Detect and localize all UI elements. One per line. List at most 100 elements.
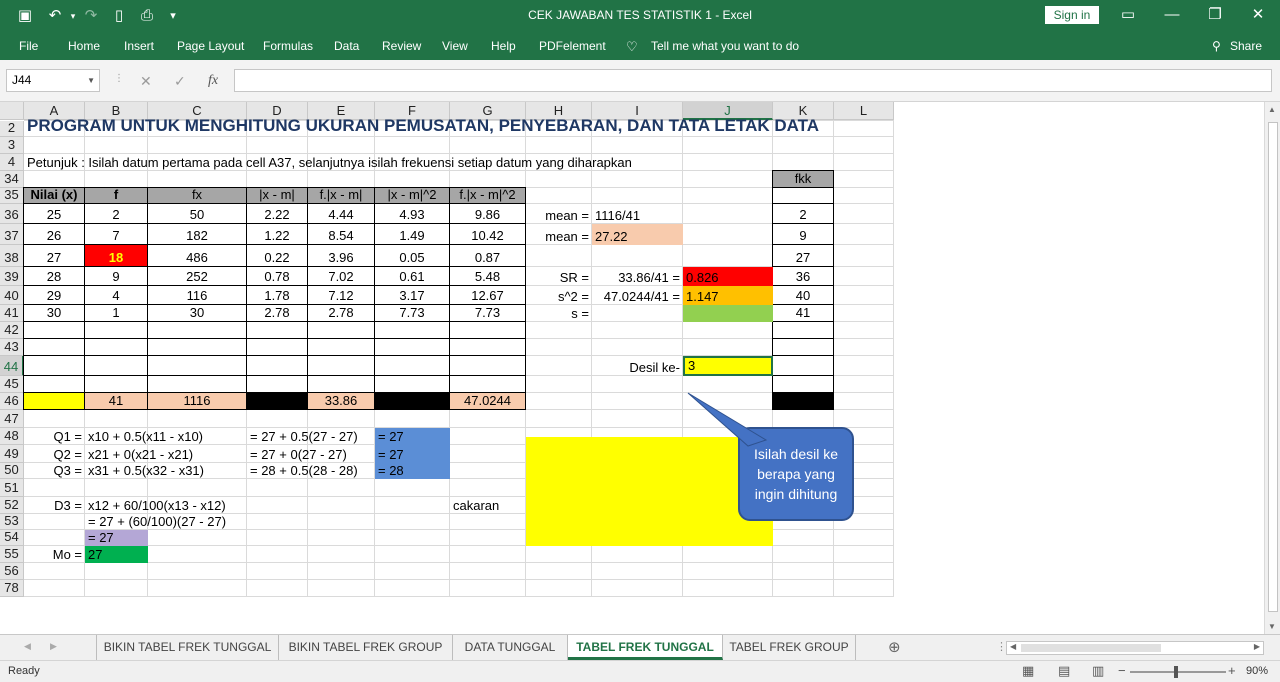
table-cell-a45[interactable] [23, 375, 85, 393]
row-header-55[interactable]: 55 [0, 546, 24, 563]
q3-formula[interactable]: x31 + 0.5(x32 - x31) [85, 463, 204, 479]
fkk-cell-42[interactable] [772, 321, 834, 339]
row-header-2[interactable]: 2 [0, 120, 24, 137]
row-header-38[interactable]: 38 [0, 245, 24, 267]
table-cell-a37[interactable]: 26 [23, 223, 85, 245]
table-header-d[interactable]: |x - m| [246, 187, 308, 204]
insert-function-icon[interactable]: fx [208, 73, 218, 89]
table-cell-a36[interactable]: 25 [23, 203, 85, 224]
sheet-tab-tabel-frek-group[interactable]: TABEL FREK GROUP [723, 635, 856, 660]
table-cell-g44[interactable] [449, 355, 526, 376]
total-f46[interactable] [374, 392, 450, 410]
table-cell-d42[interactable] [246, 321, 308, 339]
q2-formula[interactable]: x21 + 0(x21 - x21) [85, 445, 193, 463]
q2-result[interactable]: = 27 [375, 445, 450, 463]
row-header-56[interactable]: 56 [0, 563, 24, 580]
row-header-45[interactable]: 45 [0, 376, 24, 393]
menu-pdfelement[interactable]: PDFelement [539, 39, 606, 53]
fkk-cell-45[interactable] [772, 375, 834, 393]
table-cell-c40[interactable]: 116 [147, 285, 247, 305]
mean-value[interactable]: 27.22 [592, 224, 683, 245]
scroll-thumb[interactable] [1021, 644, 1161, 652]
ribbon-display-icon[interactable]: ▭ [1116, 4, 1140, 26]
table-cell-a39[interactable]: 28 [23, 266, 85, 286]
s2-formula[interactable]: 47.0244/41 = [592, 286, 683, 305]
fkk-blank[interactable] [772, 187, 834, 204]
fkk-total[interactable] [772, 392, 834, 410]
table-cell-d43[interactable] [246, 338, 308, 356]
vertical-scrollbar[interactable]: ▲ ▼ [1264, 102, 1280, 634]
table-cell-a38[interactable]: 27 [23, 244, 85, 267]
row-header-49[interactable]: 49 [0, 445, 24, 463]
total-a46[interactable] [23, 392, 85, 410]
sr-value[interactable]: 0.826 [683, 267, 773, 286]
scratch-area[interactable] [526, 437, 773, 546]
total-fx[interactable]: 1116 [147, 392, 247, 410]
menu-review[interactable]: Review [382, 39, 421, 53]
table-cell-c37[interactable]: 182 [147, 223, 247, 245]
row-header-36[interactable]: 36 [0, 204, 24, 224]
menu-page-layout[interactable]: Page Layout [177, 39, 244, 53]
table-cell-g38[interactable]: 0.87 [449, 244, 526, 267]
table-cell-f39[interactable]: 0.61 [374, 266, 450, 286]
table-cell-d41[interactable]: 2.78 [246, 304, 308, 322]
row-header-54[interactable]: 54 [0, 529, 24, 546]
table-cell-f38[interactable]: 0.05 [374, 244, 450, 267]
cancel-icon[interactable]: ✕ [140, 73, 152, 90]
sheet-tab-bikin-tabel-frek-group[interactable]: BIKIN TABEL FREK GROUP [279, 635, 453, 660]
zoom-slider[interactable] [1130, 666, 1226, 678]
fkk-cell-38[interactable]: 27 [772, 244, 834, 267]
fkk-header[interactable]: fkk [772, 170, 834, 188]
fkk-cell-36[interactable]: 2 [772, 203, 834, 224]
row-header-41[interactable]: 41 [0, 305, 24, 322]
table-cell-e39[interactable]: 7.02 [307, 266, 375, 286]
table-cell-c39[interactable]: 252 [147, 266, 247, 286]
table-cell-f44[interactable] [374, 355, 450, 376]
table-cell-a42[interactable] [23, 321, 85, 339]
sheet-tab-bikin-tabel-frek-tunggal[interactable]: BIKIN TABEL FREK TUNGGAL [96, 635, 279, 660]
mo-label[interactable]: Mo = [24, 546, 85, 563]
page-layout-view-icon[interactable]: ▤ [1058, 663, 1070, 679]
row-header-78[interactable]: 78 [0, 580, 24, 597]
menu-insert[interactable]: Insert [124, 39, 154, 53]
mean-label-2[interactable]: mean = [526, 224, 592, 245]
table-cell-g41[interactable]: 7.73 [449, 304, 526, 322]
table-cell-e41[interactable]: 2.78 [307, 304, 375, 322]
minimize-icon[interactable]: — [1160, 4, 1184, 26]
horizontal-scrollbar[interactable]: ◀ ▶ [1006, 641, 1264, 655]
menu-file[interactable]: File [19, 39, 38, 53]
chevron-down-icon[interactable]: ▼ [87, 70, 95, 91]
desil-label[interactable]: Desil ke- [592, 356, 683, 376]
d3-label[interactable]: D3 = [24, 497, 85, 514]
menu-home[interactable]: Home [68, 39, 100, 53]
row-header-48[interactable]: 48 [0, 428, 24, 445]
row-header-4[interactable]: 4 [0, 154, 24, 171]
table-cell-e36[interactable]: 4.44 [307, 203, 375, 224]
q1-substitution[interactable]: = 27 + 0.5(27 - 27) [247, 428, 358, 445]
mo-value[interactable]: 27 [85, 546, 148, 563]
s2-label[interactable]: s^2 = [526, 286, 592, 305]
fkk-cell-41[interactable]: 41 [772, 304, 834, 322]
row-header-42[interactable]: 42 [0, 322, 24, 339]
table-header-a[interactable]: Nilai (x) [23, 187, 85, 204]
column-header-l[interactable]: L [834, 102, 894, 120]
table-cell-f36[interactable]: 4.93 [374, 203, 450, 224]
fkk-cell-43[interactable] [772, 338, 834, 356]
table-cell-b36[interactable]: 2 [84, 203, 148, 224]
row-header-37[interactable]: 37 [0, 224, 24, 245]
mean-formula[interactable]: 1116/41 [592, 204, 683, 224]
q2-substitution[interactable]: = 27 + 0(27 - 27) [247, 445, 347, 463]
total-fxm2[interactable]: 47.0244 [449, 392, 526, 410]
scroll-left-icon[interactable]: ◀ [1010, 642, 1016, 651]
q1-formula[interactable]: x10 + 0.5(x11 - x10) [85, 428, 203, 445]
menu-view[interactable]: View [442, 39, 468, 53]
table-cell-d40[interactable]: 1.78 [246, 285, 308, 305]
menu-help[interactable]: Help [491, 39, 516, 53]
table-header-g[interactable]: f.|x - m|^2 [449, 187, 526, 204]
enter-icon[interactable]: ✓ [174, 73, 186, 90]
table-cell-a43[interactable] [23, 338, 85, 356]
table-cell-b37[interactable]: 7 [84, 223, 148, 245]
tab-scroll-left-icon[interactable]: ◀ [24, 641, 31, 652]
scroll-thumb[interactable] [1268, 122, 1278, 612]
table-cell-g40[interactable]: 12.67 [449, 285, 526, 305]
